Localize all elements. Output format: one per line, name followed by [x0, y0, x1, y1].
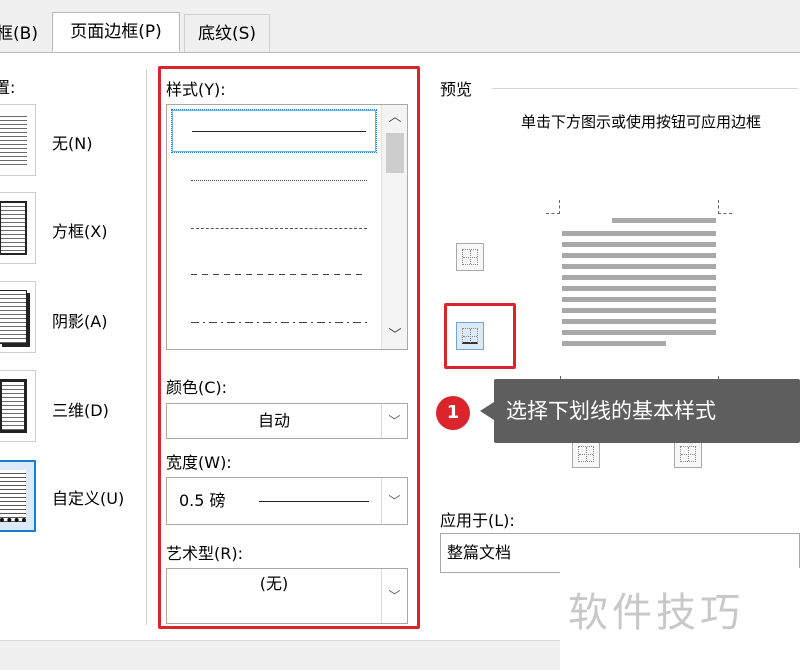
page-box-icon: [0, 201, 27, 255]
solid-line: [192, 131, 366, 132]
corner-mark-top-right: [718, 200, 732, 214]
chevron-down-icon[interactable]: ﹀: [382, 325, 408, 347]
border-left-icon: [578, 446, 594, 462]
page-lines-icon: [0, 113, 27, 167]
tab-shading[interactable]: 底纹(S): [184, 14, 270, 52]
style-option-dash[interactable]: [171, 253, 377, 297]
setting-none-label[interactable]: 无(N): [52, 130, 92, 154]
art-select[interactable]: (无) ﹀: [166, 568, 408, 624]
style-option-solid[interactable]: [171, 109, 377, 153]
dash-dot-line: [191, 322, 367, 323]
preview-text-line: [562, 319, 716, 324]
setting-shadow-label[interactable]: 阴影(A): [52, 308, 107, 332]
tab-page-border-label: 页面边框(P): [70, 22, 162, 42]
column-divider: [146, 70, 147, 625]
setting-heading: 置:: [0, 78, 16, 97]
setting-custom-thumb[interactable]: [0, 460, 36, 532]
width-select[interactable]: 0.5 磅 ﹀: [166, 477, 408, 525]
page-3d-icon: [0, 379, 27, 433]
preview-text-line: [562, 253, 716, 258]
style-label: 样式(Y):: [166, 80, 226, 99]
corner-mark-top-left: [546, 200, 560, 214]
setting-3d-thumb[interactable]: [0, 370, 36, 442]
tooltip-arrow: [480, 402, 494, 420]
style-option-small-dash[interactable]: [171, 207, 377, 251]
width-label: 宽度(W):: [166, 453, 232, 472]
border-right-icon: [680, 446, 696, 462]
art-label: 艺术型(R):: [166, 544, 243, 563]
tab-bar: 框(B) 页面边框(P) 底纹(S): [0, 0, 800, 52]
art-value: (无): [259, 574, 289, 593]
tab-borders-label: 框(B): [0, 24, 38, 44]
preview-text-line: [562, 231, 716, 236]
style-option-dash-dot[interactable]: [171, 301, 377, 345]
preview-hint: 单击下方图示或使用按钮可应用边框: [520, 113, 761, 131]
small-dash-line: [191, 228, 367, 229]
watermark-text: 软件技巧: [568, 590, 744, 636]
step-number-badge: 1: [436, 396, 470, 430]
chevron-down-icon[interactable]: ﹀: [381, 478, 407, 524]
preview-text-line: [612, 218, 716, 223]
chevron-up-icon[interactable]: ︿: [382, 107, 408, 129]
tab-borders[interactable]: 框(B): [0, 14, 42, 52]
preview-separator: [492, 88, 798, 89]
width-sample-line: [259, 501, 369, 502]
top-border-button[interactable]: [456, 243, 484, 271]
color-label: 颜色(C):: [166, 378, 228, 397]
left-border-button[interactable]: [572, 440, 600, 468]
setting-shadow-thumb[interactable]: [0, 281, 36, 353]
preview-text-line: [562, 330, 716, 335]
color-select[interactable]: 自动 ﹀: [166, 403, 408, 439]
page-shadow-icon: [0, 290, 27, 344]
apply-to-label: 应用于(L):: [440, 511, 515, 530]
preview-text-line: [562, 286, 716, 291]
instruction-tooltip: 选择下划线的基本样式: [494, 379, 800, 443]
chevron-down-icon[interactable]: ﹀: [381, 569, 407, 623]
preview-label: 预览: [440, 80, 473, 99]
style-listbox[interactable]: ︿ ﹀: [166, 104, 408, 350]
setting-box-label[interactable]: 方框(X): [52, 218, 107, 242]
page-custom-icon: [0, 470, 26, 522]
style-scrollbar[interactable]: ︿ ﹀: [381, 105, 407, 349]
apply-to-select[interactable]: 整篇文档: [440, 533, 800, 573]
dash-line: [191, 274, 367, 275]
setting-box-thumb[interactable]: [0, 192, 36, 264]
bottom-border-highlight: [444, 303, 516, 369]
preview-text-line: [562, 297, 716, 302]
preview-text-line: [562, 275, 716, 280]
setting-custom-label[interactable]: 自定义(U): [52, 485, 124, 509]
color-value: 自动: [257, 411, 290, 430]
border-top-icon: [462, 249, 478, 265]
setting-3d-label[interactable]: 三维(D): [52, 397, 109, 421]
chevron-down-icon[interactable]: ﹀: [381, 404, 407, 438]
tab-page-border[interactable]: 页面边框(P): [52, 12, 180, 52]
scroll-thumb[interactable]: [386, 133, 404, 173]
tab-shading-label: 底纹(S): [197, 24, 257, 44]
dotted-line: [191, 180, 367, 181]
preview-text-line: [562, 242, 716, 247]
width-value: 0.5 磅: [179, 491, 226, 510]
preview-text-line: [562, 308, 716, 313]
preview-text-line: [562, 341, 666, 346]
right-border-button[interactable]: [674, 440, 702, 468]
style-option-dotted[interactable]: [171, 159, 377, 203]
apply-to-value: 整篇文档: [447, 543, 512, 562]
setting-none-thumb[interactable]: [0, 104, 36, 176]
preview-text-line: [562, 264, 716, 269]
